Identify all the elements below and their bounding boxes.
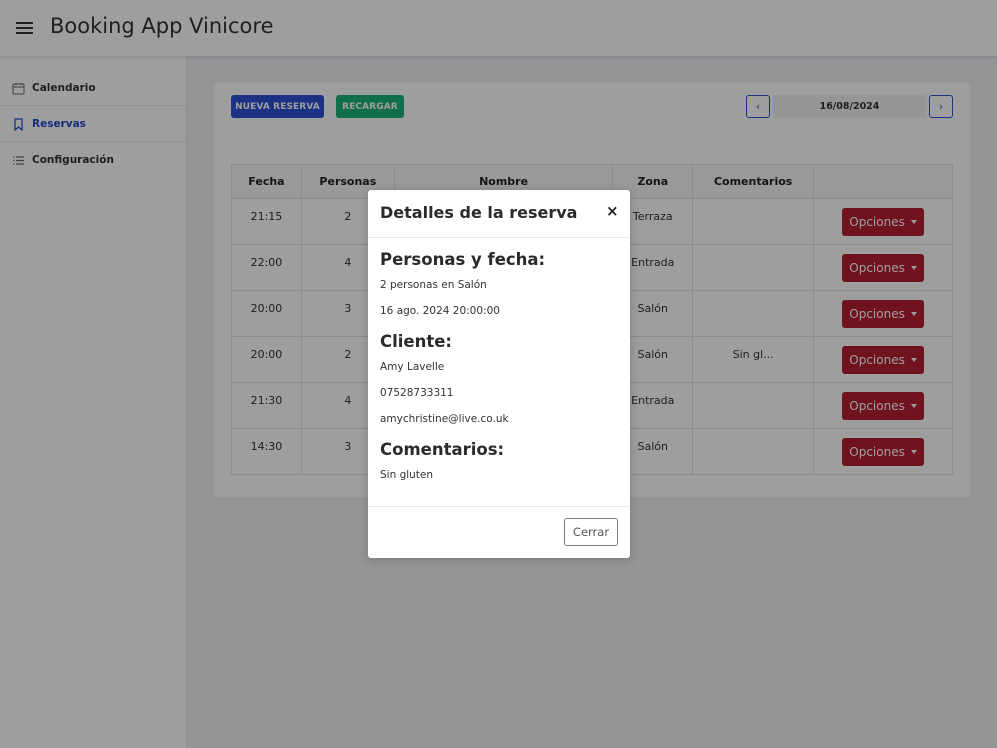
- close-button[interactable]: Cerrar: [564, 518, 618, 546]
- client-phone: 07528733311: [380, 387, 454, 399]
- modal-footer-divider: [368, 506, 630, 507]
- people-text: 2 personas en Salón: [380, 279, 487, 291]
- reservation-datetime: 16 ago. 2024 20:00:00: [380, 305, 500, 317]
- section-heading-client: Cliente:: [380, 332, 453, 351]
- client-name: Amy Lavelle: [380, 361, 445, 373]
- reservation-details-modal: Detalles de la reserva × Personas y fech…: [368, 190, 630, 558]
- comments-text: Sin gluten: [380, 469, 434, 481]
- close-icon[interactable]: ×: [606, 202, 619, 220]
- modal-header-divider: [368, 237, 630, 238]
- section-heading-people-date: Personas y fecha:: [380, 250, 546, 269]
- modal-title: Detalles de la reserva: [380, 203, 578, 222]
- client-email: amychristine@live.co.uk: [380, 413, 509, 425]
- section-heading-comments: Comentarios:: [380, 440, 505, 459]
